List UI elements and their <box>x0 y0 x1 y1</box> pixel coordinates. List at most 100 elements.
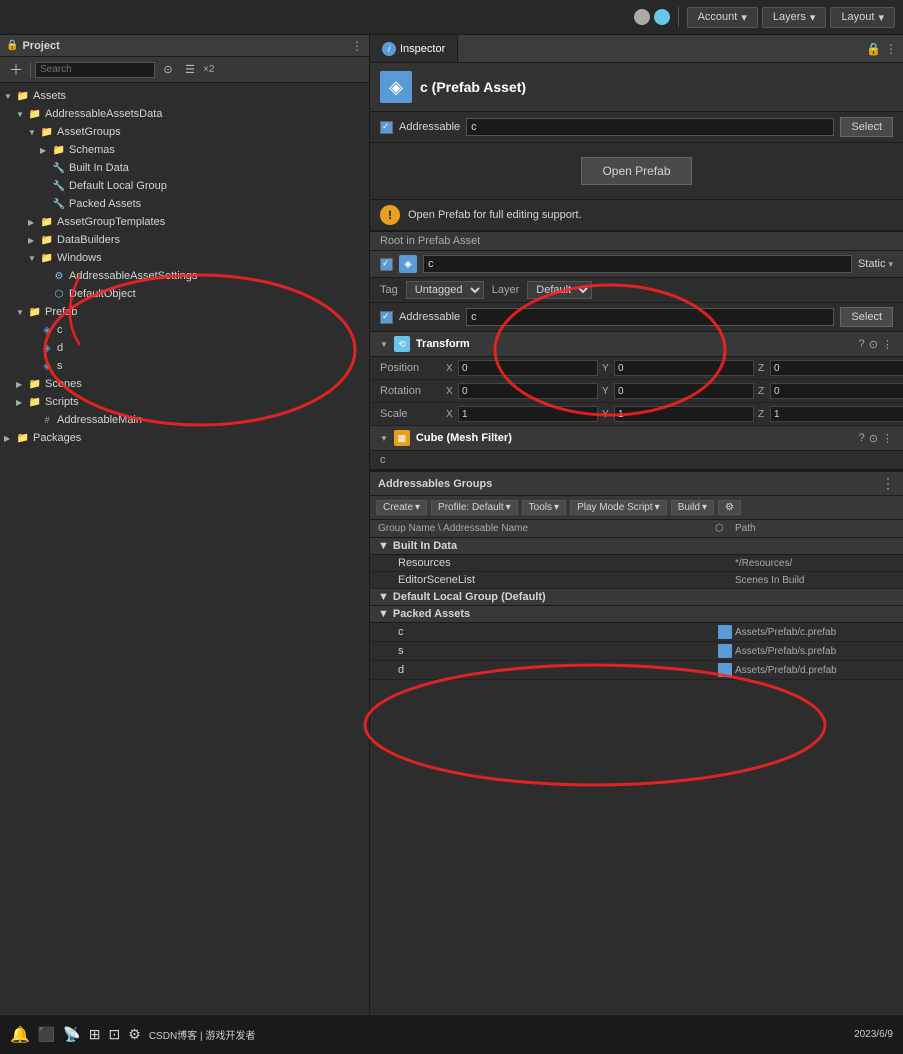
tree-item-addressable-main[interactable]: # AddressableMain <box>0 411 369 429</box>
panel-menu-icon[interactable]: ⋮ <box>351 39 363 53</box>
addressable-checkbox-2[interactable] <box>380 311 393 324</box>
arrow-icon: ▼ <box>4 92 16 101</box>
tree-item-prefab-d[interactable]: ◈ d <box>0 339 369 357</box>
pos-y-input[interactable] <box>614 360 754 376</box>
search-input[interactable] <box>35 62 155 78</box>
addr-groups-menu-button[interactable]: ⋮ <box>881 475 895 492</box>
tree-item-packed-assets[interactable]: 🔧 Packed Assets <box>0 195 369 213</box>
select-button-1[interactable]: Select <box>840 117 893 137</box>
pos-y-item: Y <box>602 360 754 376</box>
group-row-resources[interactable]: Resources */Resources/ <box>370 555 903 572</box>
open-prefab-button[interactable]: Open Prefab <box>581 157 691 185</box>
tree-item-asset-group-templates[interactable]: ▶ 📁 AssetGroupTemplates <box>0 213 369 231</box>
addressable-input[interactable] <box>466 118 834 136</box>
tree-item-prefab-c[interactable]: ◈ c <box>0 321 369 339</box>
tree-item-asset-groups[interactable]: ▼ 📁 AssetGroups <box>0 123 369 141</box>
tab-inspector[interactable]: i Inspector <box>370 35 458 62</box>
prefab-icon: ◈ <box>40 359 54 373</box>
tree-item-assets[interactable]: ▼ 📁 Assets <box>0 87 369 105</box>
layers-button[interactable]: Layers ▾ <box>762 7 827 28</box>
create-button[interactable]: Create ▾ <box>376 500 427 515</box>
tools-button[interactable]: Tools ▾ <box>522 500 566 515</box>
addressable-checkbox[interactable] <box>380 121 393 134</box>
folder-icon: 📁 <box>40 125 54 139</box>
tree-item-scenes[interactable]: ▶ 📁 Scenes <box>0 375 369 393</box>
settings-icon: ⚙ <box>52 269 66 283</box>
rot-x-input[interactable] <box>458 383 598 399</box>
collapse-icon[interactable]: ▼ <box>380 340 388 349</box>
static-dropdown-icon[interactable]: ▾ <box>888 259 893 270</box>
inspector-tabs: i Inspector 🔒 ⋮ <box>370 35 903 63</box>
play-mode-button[interactable]: Play Mode Script ▾ <box>570 500 667 515</box>
settings-icon[interactable] <box>634 9 650 25</box>
tree-item-prefab[interactable]: ▼ 📁 Prefab <box>0 303 369 321</box>
transform-settings-button[interactable]: ⊙ <box>869 338 878 351</box>
scale-z-input[interactable] <box>770 406 903 422</box>
tree-item-packages[interactable]: ▶ 📁 Packages <box>0 429 369 447</box>
select-button-2[interactable]: Select <box>840 307 893 327</box>
special-folder-icon: 🔧 <box>52 197 66 211</box>
tree-item-addr-settings[interactable]: ⚙ AddressableAssetSettings <box>0 267 369 285</box>
tree-item-prefab-s[interactable]: ◈ s <box>0 357 369 375</box>
layer-select[interactable]: Default <box>527 281 592 299</box>
cloud-icon[interactable] <box>654 9 670 25</box>
pos-x-input[interactable] <box>458 360 598 376</box>
tab-menu-button[interactable]: ⋮ <box>885 42 897 56</box>
scale-y-item: Y <box>602 406 754 422</box>
mesh-filter-icon: ▦ <box>394 430 410 446</box>
separator <box>30 62 31 78</box>
mesh-menu-button[interactable]: ⋮ <box>882 432 893 445</box>
project-panel-header: 🔒 Project ⋮ <box>0 35 369 57</box>
tree-label: DataBuilders <box>57 234 120 246</box>
transform-controls: ? ⊙ ⋮ <box>859 338 893 351</box>
item-d-path: Assets/Prefab/d.prefab <box>735 665 895 676</box>
tree-label: c <box>57 324 63 336</box>
tree-item-schemas[interactable]: ▶ 📁 Schemas <box>0 141 369 159</box>
mesh-help-button[interactable]: ? <box>859 432 865 445</box>
scale-y-input[interactable] <box>614 406 754 422</box>
account-button[interactable]: Account ▾ <box>687 7 758 28</box>
rot-z-input[interactable] <box>770 383 903 399</box>
group-row-d[interactable]: d Assets/Prefab/d.prefab <box>370 661 903 680</box>
tree-item-default-object[interactable]: ⬡ DefaultObject <box>0 285 369 303</box>
transform-help-button[interactable]: ? <box>859 338 865 351</box>
search-filter-icon[interactable]: ⊙ <box>159 61 177 79</box>
default-local-group-header[interactable]: ▼ Default Local Group (Default) <box>370 589 903 606</box>
item-c-label: c <box>398 626 715 638</box>
tree-item-built-in-data[interactable]: 🔧 Built In Data <box>0 159 369 177</box>
add-button[interactable]: ＋ <box>6 59 26 81</box>
tree-item-addressable-assets-data[interactable]: ▼ 📁 AddressableAssetsData <box>0 105 369 123</box>
view-icon[interactable]: ☰ <box>181 61 199 79</box>
rot-y-input[interactable] <box>614 383 754 399</box>
tree-label: Schemas <box>69 144 115 156</box>
group-row-editor-scene-list[interactable]: EditorSceneList Scenes In Build <box>370 572 903 589</box>
open-prefab-section: Open Prefab <box>370 143 903 200</box>
addressable-input-2[interactable] <box>466 308 834 326</box>
transform-position-row: Position X Y Z <box>370 357 903 380</box>
packed-assets-header[interactable]: ▼ Packed Assets <box>370 606 903 623</box>
mesh-settings-button[interactable]: ⊙ <box>869 432 878 445</box>
group-row-s[interactable]: s Assets/Prefab/s.prefab <box>370 642 903 661</box>
tree-item-windows[interactable]: ▼ 📁 Windows <box>0 249 369 267</box>
tag-select[interactable]: Untagged <box>406 281 484 299</box>
group-row-c[interactable]: c Assets/Prefab/c.prefab <box>370 623 903 642</box>
layout-button[interactable]: Layout ▾ <box>830 7 895 28</box>
tree-item-default-local-group[interactable]: 🔧 Default Local Group <box>0 177 369 195</box>
tree-item-scripts[interactable]: ▶ 📁 Scripts <box>0 393 369 411</box>
extra-button[interactable]: ⚙ <box>718 500 741 515</box>
tree-item-data-builders[interactable]: ▶ 📁 DataBuilders <box>0 231 369 249</box>
prefab-cube-icon-c <box>718 625 732 639</box>
pos-z-input[interactable] <box>770 360 903 376</box>
build-button[interactable]: Build ▾ <box>671 500 714 515</box>
lock-tab-button[interactable]: 🔒 <box>866 42 881 56</box>
obj-active-checkbox[interactable] <box>380 258 393 271</box>
scale-x-input[interactable] <box>458 406 598 422</box>
addressable-label: Addressable <box>399 121 460 133</box>
transform-menu-button[interactable]: ⋮ <box>882 338 893 351</box>
obj-name-input[interactable] <box>423 255 852 273</box>
profile-button[interactable]: Profile: Default ▾ <box>431 500 518 515</box>
inspector-panel: i Inspector 🔒 ⋮ ◈ c (Prefab Asset) Addre… <box>370 35 903 1054</box>
built-in-data-header[interactable]: ▼ Built In Data <box>370 538 903 555</box>
collapse-icon[interactable]: ▼ <box>380 434 388 443</box>
arrow-icon: ▶ <box>4 434 16 443</box>
